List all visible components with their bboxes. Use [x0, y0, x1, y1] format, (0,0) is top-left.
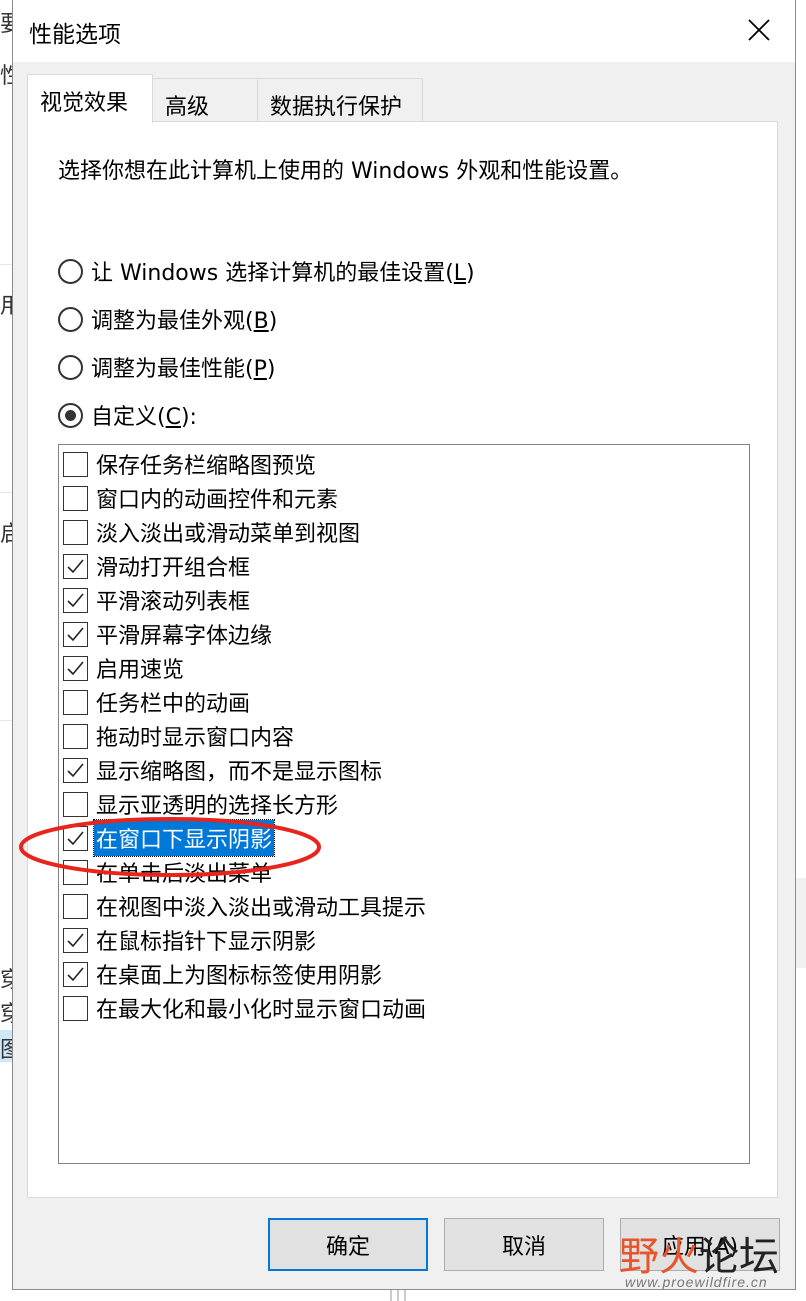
dialog-title: 性能选项	[29, 22, 121, 48]
list-item[interactable]: 窗口内的动画控件和元素	[63, 481, 340, 515]
checkmark-icon	[67, 762, 84, 777]
list-item-label: 在视图中淡入淡出或滑动工具提示	[96, 896, 427, 921]
checkbox[interactable]	[63, 689, 88, 715]
list-item[interactable]: 在桌面上为图标标签使用阴影	[63, 957, 384, 991]
radio-best-appearance[interactable]: 调整为最佳外观(B)	[58, 302, 277, 336]
watermark: 野火论坛 www.proewildfire.cn	[619, 1224, 799, 1294]
tab-label: 高级	[165, 95, 210, 120]
checkmark-icon	[67, 558, 84, 573]
checkmark-icon	[67, 626, 84, 641]
checkbox[interactable]	[63, 519, 88, 545]
list-item-label: 保存任务栏缩略图预览	[96, 454, 317, 479]
tab-visual-effects[interactable]: 视觉效果	[27, 74, 153, 123]
checkmark-icon	[67, 932, 84, 947]
list-item-label: 任务栏中的动画	[96, 692, 251, 717]
checkbox[interactable]	[63, 757, 88, 783]
list-item[interactable]: 平滑滚动列表框	[63, 583, 252, 617]
list-item[interactable]: 在鼠标指针下显示阴影	[63, 923, 318, 957]
list-item[interactable]: 滑动打开组合框	[63, 549, 252, 583]
checkbox[interactable]	[63, 485, 88, 511]
background-marks	[390, 1290, 406, 1301]
tab-label: 视觉效果	[40, 91, 129, 116]
checkbox[interactable]	[63, 451, 88, 477]
list-item[interactable]: 启用速览	[63, 651, 186, 685]
list-item-label: 启用速览	[96, 658, 185, 683]
tab-label: 数据执行保护	[270, 95, 403, 120]
list-item-label: 在鼠标指针下显示阴影	[96, 930, 317, 955]
checkbox[interactable]	[63, 927, 88, 953]
radio-label: 调整为最佳性能(P)	[91, 357, 276, 382]
list-item-label: 平滑屏幕字体边缘	[96, 624, 273, 649]
radio-label: 让 Windows 选择计算机的最佳设置(L)	[91, 261, 475, 286]
list-item-label: 显示缩略图，而不是显示图标	[96, 760, 383, 785]
list-item[interactable]: 在视图中淡入淡出或滑动工具提示	[63, 889, 428, 923]
close-icon	[748, 19, 770, 41]
radio-button[interactable]	[58, 258, 83, 284]
tab-advanced[interactable]: 高级	[152, 78, 258, 122]
visual-effects-list[interactable]: 保存任务栏缩略图预览 窗口内的动画控件和元素 淡入淡出或滑动菜单到视图 滑动打开组合框…	[58, 444, 750, 1164]
tab-data-execution-prevention[interactable]: 数据执行保护	[257, 78, 423, 122]
radio-label: 调整为最佳外观(B)	[91, 309, 278, 334]
checkmark-icon	[67, 660, 84, 675]
checkbox[interactable]	[63, 655, 88, 681]
performance-options-dialog: 性能选项 视觉效果 高级 数据执行保护 选择你想在此计算机上使用的 Window…	[12, 0, 796, 1290]
close-button[interactable]	[723, 0, 795, 60]
checkbox[interactable]	[63, 791, 88, 817]
checkmark-icon	[67, 592, 84, 607]
list-item[interactable]: 平滑屏幕字体边缘	[63, 617, 274, 651]
checkbox[interactable]	[63, 995, 88, 1021]
cancel-button[interactable]: 取消	[444, 1218, 604, 1271]
list-item[interactable]: 保存任务栏缩略图预览	[63, 447, 318, 481]
list-item-label: 在桌面上为图标标签使用阴影	[96, 964, 383, 989]
background-scrollbar	[795, 878, 806, 968]
radio-button[interactable]	[58, 354, 83, 380]
checkbox[interactable]	[63, 723, 88, 749]
radio-custom[interactable]: 自定义(C):	[58, 398, 197, 432]
list-item[interactable]: 拖动时显示窗口内容	[63, 719, 296, 753]
title-bar[interactable]: 性能选项	[13, 0, 795, 62]
radio-button[interactable]	[58, 402, 83, 428]
checkmark-icon	[67, 966, 84, 981]
list-item-label: 在最大化和最小化时显示窗口动画	[96, 998, 427, 1023]
annotation-ellipse	[19, 817, 321, 877]
radio-label: 自定义(C):	[91, 405, 197, 430]
list-item-label: 窗口内的动画控件和元素	[96, 488, 339, 513]
checkbox[interactable]	[63, 961, 88, 987]
list-item[interactable]: 淡入淡出或滑动菜单到视图	[63, 515, 362, 549]
ok-button[interactable]: 确定	[268, 1218, 428, 1271]
list-item-label: 淡入淡出或滑动菜单到视图	[96, 522, 361, 547]
checkbox[interactable]	[63, 553, 88, 579]
description-text: 选择你想在此计算机上使用的 Windows 外观和性能设置。	[58, 159, 633, 184]
checkbox[interactable]	[63, 621, 88, 647]
radio-best-performance[interactable]: 调整为最佳性能(P)	[58, 350, 275, 384]
visual-effects-panel: 选择你想在此计算机上使用的 Windows 外观和性能设置。 让 Windows…	[27, 121, 778, 1198]
checkbox[interactable]	[63, 587, 88, 613]
list-item[interactable]: 在最大化和最小化时显示窗口动画	[63, 991, 428, 1025]
list-item-label: 平滑滚动列表框	[96, 590, 251, 615]
radio-let-windows-choose[interactable]: 让 Windows 选择计算机的最佳设置(L)	[58, 254, 475, 288]
radio-button[interactable]	[58, 306, 83, 332]
list-item[interactable]: 任务栏中的动画	[63, 685, 252, 719]
list-item[interactable]: 显示缩略图，而不是显示图标	[63, 753, 384, 787]
watermark-url: www.proewildfire.cn	[625, 1274, 768, 1290]
list-item-label: 滑动打开组合框	[96, 556, 251, 581]
checkbox[interactable]	[63, 893, 88, 919]
list-item-label: 拖动时显示窗口内容	[96, 726, 295, 751]
